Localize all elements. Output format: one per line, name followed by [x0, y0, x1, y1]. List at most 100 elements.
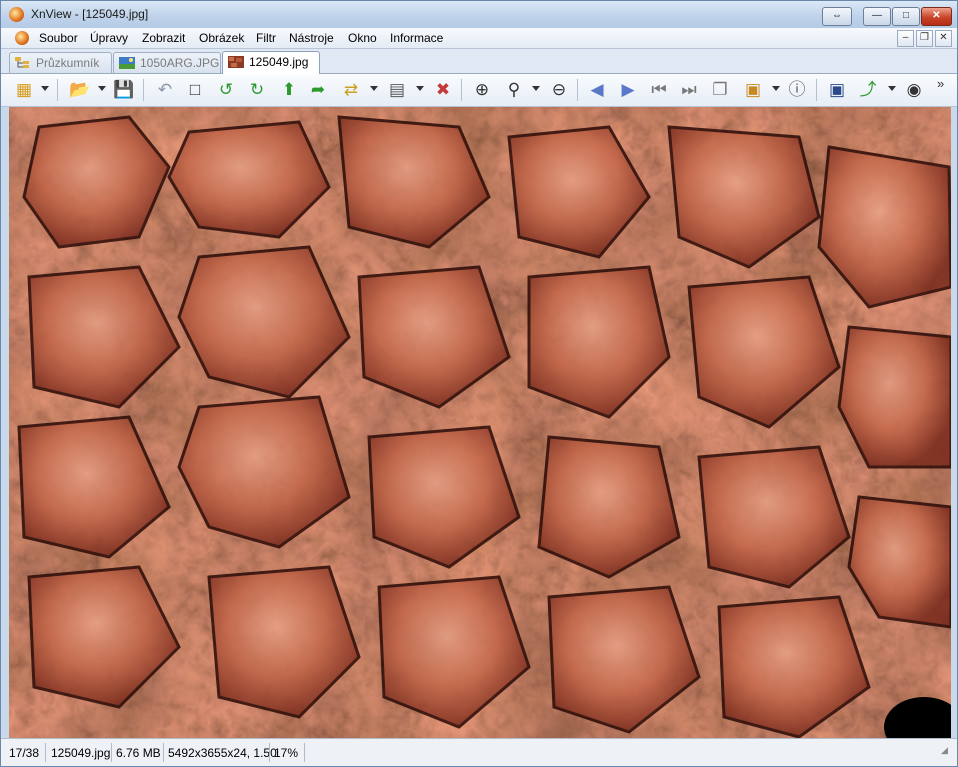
menu-obrazek[interactable]: Obrázek [199, 31, 244, 45]
tab-label: 1050ARG.JPG [140, 56, 220, 70]
previous-button[interactable]: ◀ [586, 79, 608, 101]
menu-upravy[interactable]: Úpravy [90, 31, 128, 45]
previous-icon: ◀ [590, 80, 604, 99]
rotate-right-button[interactable]: ↻ [246, 79, 268, 101]
xnview-window: XnView - [125049.jpg] ⇔ — □ ✕ Soubor Úpr… [0, 0, 958, 767]
zoom-dropdown-icon: ⚲ [507, 80, 521, 99]
menu-zobrazit[interactable]: Zobrazit [142, 31, 185, 45]
minimize-button[interactable]: — [863, 7, 891, 26]
slideshow-icon: ▣ [744, 80, 762, 99]
first-button[interactable]: ⏮ [648, 79, 670, 101]
menu-filtr[interactable]: Filtr [256, 31, 276, 45]
menu-informace[interactable]: Informace [390, 31, 443, 45]
next-button[interactable]: ▶ [617, 79, 639, 101]
delete-button[interactable]: ✖ [432, 79, 454, 101]
menu-okno[interactable]: Okno [348, 31, 377, 45]
main-toolbar: ▦ 📂 💾 ↶ □ ↺ ↻ ⬆ ➦ ⇄ ▤ ✖ ⊕ ⚲ ⊖ ◀ ▶ ⏮ ⏭ ❐ … [1, 74, 957, 107]
zoom-out-icon: ⊖ [551, 80, 567, 99]
browser-tree-button[interactable]: ▦ [13, 79, 35, 101]
rotate-left-button[interactable]: ↺ [215, 79, 237, 101]
restore-layout-button[interactable]: ⇔ [822, 7, 852, 26]
tab-1050arg-jpg[interactable]: 1050ARG.JPG [113, 52, 221, 73]
browser-tree-icon [15, 57, 29, 68]
toolbar-separator [143, 79, 144, 101]
toolbar-separator [816, 79, 817, 101]
slideshow-button[interactable]: ▣ [742, 79, 764, 101]
crop-button[interactable]: □ [184, 79, 206, 101]
toolbar-separator [461, 79, 462, 101]
mdi-restore-button[interactable]: ❐ [916, 30, 933, 47]
export-icon: ⬆ [281, 80, 297, 99]
convert-icon: ⇄ [343, 80, 359, 99]
info-icon: ⓘ [788, 80, 806, 99]
tab-bar: Průzkumník 1050ARG.JPG 125049.jpg [1, 49, 957, 74]
zoom-out-button[interactable]: ⊖ [548, 79, 570, 101]
folder-open-icon: 📂 [69, 80, 91, 99]
browser-tree-dropdown[interactable] [41, 86, 49, 91]
move-button[interactable]: ➦ [307, 79, 329, 101]
undo-button[interactable]: ↶ [154, 79, 176, 101]
image-thumbnail-icon [228, 56, 244, 68]
tab-pruzkumnik[interactable]: Průzkumník [9, 52, 112, 73]
status-bar: 17/38 125049.jpg 6.76 MB 5492x3655x24, 1… [1, 738, 957, 766]
title-bar[interactable]: XnView - [125049.jpg] ⇔ — □ ✕ [1, 1, 957, 28]
last-icon: ⏭ [681, 80, 697, 99]
undo-icon: ↶ [157, 80, 173, 99]
window-title: XnView - [125049.jpg] [31, 7, 149, 21]
slideshow-dropdown[interactable] [772, 86, 780, 91]
zoom-in-button[interactable]: ⊕ [471, 79, 493, 101]
mdi-close-button[interactable]: ✕ [935, 30, 952, 47]
tab-label: 125049.jpg [249, 55, 309, 69]
image-viewer[interactable] [9, 107, 951, 738]
last-button[interactable]: ⏭ [678, 79, 700, 101]
maximize-button[interactable]: □ [892, 7, 920, 26]
open-with-icon: ⤴ [859, 80, 877, 99]
binoculars-button[interactable]: ◉ [903, 79, 925, 101]
open-folder-button[interactable]: 📂 [69, 79, 91, 101]
binoculars-icon: ◉ [906, 80, 922, 99]
toolbar-overflow-chevron[interactable]: » [937, 76, 944, 91]
save-button[interactable]: 💾 [113, 79, 135, 101]
resize-grip-icon[interactable]: ◢ [941, 745, 948, 756]
status-filesize: 6.76 MB [116, 746, 161, 760]
displayed-image-125049 [9, 107, 951, 738]
adjust-colors-icon: ▤ [388, 80, 406, 99]
browser-tree-icon: ▦ [15, 80, 33, 99]
toolbar-separator [577, 79, 578, 101]
status-divider [111, 743, 112, 762]
xnview-app-icon[interactable] [9, 7, 24, 22]
zoom-dropdown[interactable] [532, 86, 540, 91]
zoom-in-icon: ⊕ [474, 80, 490, 99]
crop-icon: □ [189, 80, 201, 99]
status-filename: 125049.jpg [51, 746, 111, 760]
convert-button[interactable]: ⇄ [340, 79, 362, 101]
status-dimensions: 5492x3655x24, 1.50 [168, 746, 277, 760]
open-folder-dropdown[interactable] [98, 86, 106, 91]
move-icon: ➦ [310, 80, 326, 99]
adjust-colors-dropdown[interactable] [416, 86, 424, 91]
adjust-colors-button[interactable]: ▤ [386, 79, 408, 101]
export-button[interactable]: ⬆ [278, 79, 300, 101]
status-divider [304, 743, 305, 762]
tab-125049-jpg[interactable]: 125049.jpg [222, 51, 320, 74]
fullscreen-button[interactable]: ▣ [826, 79, 848, 101]
open-with-dropdown[interactable] [888, 86, 896, 91]
tab-label: Průzkumník [36, 56, 100, 70]
image-thumbnail-icon [119, 57, 135, 69]
mdi-minimize-button[interactable]: – [897, 30, 914, 47]
toolbar-separator [57, 79, 58, 101]
status-divider [45, 743, 46, 762]
delete-icon: ✖ [435, 80, 451, 99]
close-button[interactable]: ✕ [921, 7, 952, 26]
convert-dropdown[interactable] [370, 86, 378, 91]
menu-soubor[interactable]: Soubor [39, 31, 78, 45]
document-menu-icon[interactable] [15, 31, 29, 45]
rotate-right-icon: ↻ [249, 80, 265, 99]
status-position: 17/38 [9, 746, 40, 760]
open-with-button[interactable]: ⤴ [857, 79, 879, 101]
zoom-button[interactable]: ⚲ [503, 79, 525, 101]
copy-button[interactable]: ❐ [709, 79, 731, 101]
menu-nastroje[interactable]: Nástroje [289, 31, 334, 45]
copy-icon: ❐ [712, 80, 728, 99]
info-button[interactable]: ⓘ [786, 79, 808, 101]
